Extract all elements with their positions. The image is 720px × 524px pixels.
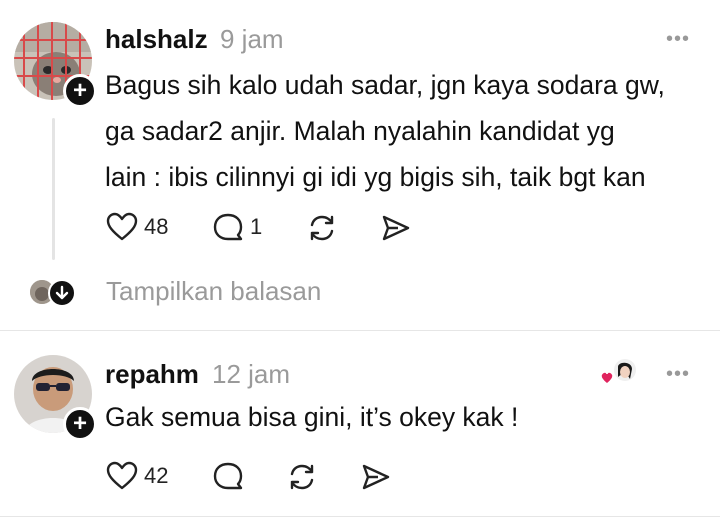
share-button[interactable]: [360, 462, 392, 492]
comment-icon: [213, 462, 243, 490]
send-icon: [362, 464, 390, 490]
divider: [0, 516, 720, 517]
username[interactable]: repahm: [105, 359, 199, 390]
like-button[interactable]: 42: [106, 461, 168, 491]
reply-button[interactable]: 1: [212, 212, 262, 242]
comment-icon: [213, 213, 243, 241]
post-1: + halshalz 9 jam ••• Bagus sih kalo udah…: [0, 0, 720, 330]
follow-plus-button[interactable]: +: [63, 407, 97, 441]
heart-icon: [106, 212, 138, 241]
like-count: 48: [144, 214, 169, 239]
share-button[interactable]: [380, 213, 412, 243]
repost-button[interactable]: [306, 213, 338, 243]
heart-icon: [106, 461, 138, 490]
post-text-line: lain : ibis cilinnyi gi idi yg bigis sih…: [105, 162, 646, 192]
more-options-button[interactable]: •••: [666, 363, 690, 386]
arrow-down-icon: [48, 279, 76, 307]
liked-by-author-badge: [600, 357, 640, 391]
timestamp: 9 jam: [220, 24, 284, 54]
send-icon: [382, 215, 410, 241]
like-button[interactable]: 48: [106, 212, 168, 242]
username[interactable]: halshalz: [105, 24, 208, 55]
repost-icon: [290, 464, 314, 490]
timestamp: 12 jam: [212, 359, 291, 389]
post-text: Bagus sih kalo udah sadar, jgn kaya soda…: [105, 62, 705, 200]
post-text-line: Bagus sih kalo udah sadar, jgn kaya soda…: [105, 70, 665, 100]
like-count: 42: [144, 463, 169, 488]
thread-line: [52, 118, 55, 260]
show-replies-link[interactable]: Tampilkan balasan: [106, 276, 321, 307]
repost-button[interactable]: [286, 462, 318, 492]
follow-plus-button[interactable]: +: [63, 74, 97, 108]
more-options-button[interactable]: •••: [666, 28, 690, 51]
post-text: Gak semua bisa gini, it’s okey kak !: [105, 394, 705, 440]
reply-count: 1: [250, 214, 263, 239]
post-text-line: ga sadar2 anjir. Malah nyalahin kandidat…: [105, 116, 615, 146]
post-text-line: Gak semua bisa gini, it’s okey kak !: [105, 402, 519, 432]
repost-icon: [310, 215, 334, 241]
reply-button[interactable]: [212, 461, 244, 491]
post-2: + repahm 12 jam ••• Gak semua bisa gini,…: [0, 331, 720, 524]
